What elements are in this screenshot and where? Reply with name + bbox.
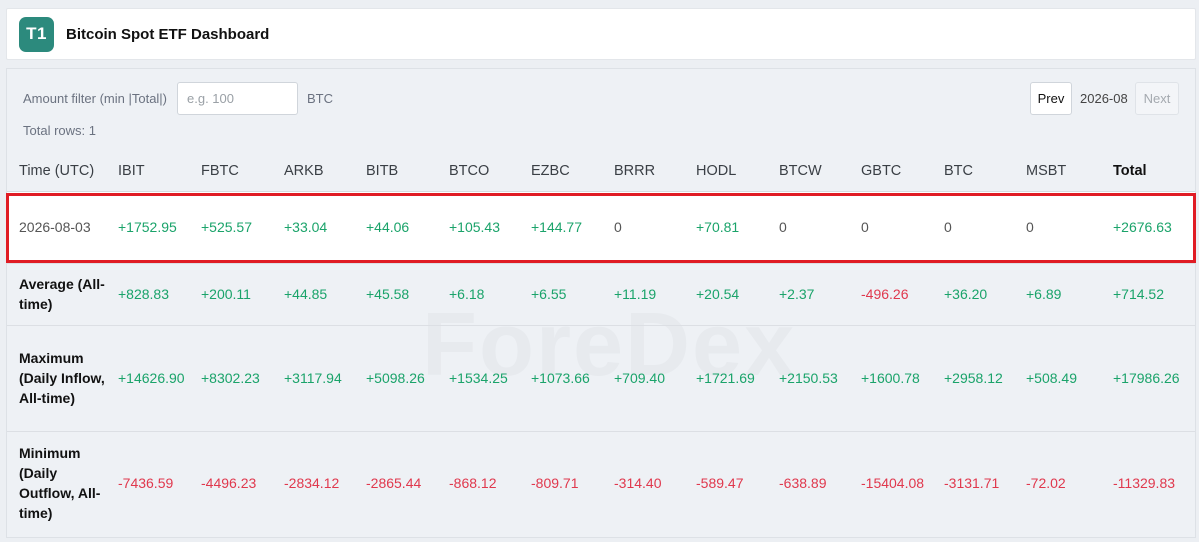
column-header-brrr: BRRR <box>602 151 684 192</box>
total-rows-count: Total rows: 1 <box>23 123 96 138</box>
column-header-bitb: BITB <box>354 151 437 192</box>
column-header-btc: BTC <box>932 151 1014 192</box>
table-cell: +105.43 <box>437 191 519 264</box>
table-cell: +2958.12 <box>932 325 1014 432</box>
table-cell: +3117.94 <box>272 325 354 432</box>
row-label: Minimum (Daily Outflow, All-time) <box>19 445 101 522</box>
table-cell: +714.52 <box>1101 263 1195 326</box>
table-cell: +2.37 <box>767 263 849 326</box>
table-cell: +1600.78 <box>849 325 932 432</box>
row-label: Maximum (Daily Inflow, All-time) <box>7 325 106 432</box>
column-header-fbtc: FBTC <box>189 151 272 192</box>
table-cell: +1073.66 <box>519 325 602 432</box>
table-cell: +828.83 <box>106 263 189 326</box>
row-date: 2026-08-03 <box>7 191 106 264</box>
table-cell: -638.89 <box>779 475 827 492</box>
table-cell: +11.19 <box>602 263 684 326</box>
etf-flow-table: Time (UTC) IBIT FBTC ARKB BITB BTCO EZBC BRRR HO… <box>7 151 1195 535</box>
table-cell: +2150.53 <box>767 325 849 432</box>
column-header-hodl: HODL <box>684 151 767 192</box>
table-cell: +1721.69 <box>684 325 767 432</box>
table-cell: +36.20 <box>932 263 1014 326</box>
table-cell: -314.40 <box>614 475 662 492</box>
table-cell: -589.47 <box>696 475 744 492</box>
table-cell: +6.18 <box>437 263 519 326</box>
table-cell: +525.57 <box>189 191 272 264</box>
table-cell: +508.49 <box>1014 325 1101 432</box>
app-logo: T1 <box>19 16 54 52</box>
table-cell: +6.89 <box>1014 263 1101 326</box>
table-cell: -15404.08 <box>861 475 925 492</box>
next-button[interactable]: Next <box>1135 82 1179 115</box>
amount-filter-input[interactable] <box>177 82 298 115</box>
table-cell: 0 <box>1014 191 1101 264</box>
table-cell: +14626.90 <box>106 325 189 432</box>
column-header-ibit: IBIT <box>106 151 189 192</box>
table-cell: 0 <box>932 191 1014 264</box>
table-header-row: Time (UTC) IBIT FBTC ARKB BITB BTCO EZBC BRRR HO… <box>7 151 1195 192</box>
table-cell: 0 <box>602 191 684 264</box>
page-title: Bitcoin Spot ETF Dashboard <box>66 25 270 43</box>
table-cell: +709.40 <box>602 325 684 432</box>
table-cell: -809.71 <box>531 475 579 492</box>
unit-label: BTC <box>307 91 333 106</box>
table-cell: +1534.25 <box>437 325 519 432</box>
column-header-gbtc: GBTC <box>849 151 932 192</box>
table-cell: -11329.83 <box>1113 475 1176 492</box>
table-cell: -2865.44 <box>366 475 422 492</box>
column-header-btcw: BTCW <box>767 151 849 192</box>
table-cell: +44.06 <box>354 191 437 264</box>
table-cell: +5098.26 <box>354 325 437 432</box>
table-cell: -868.12 <box>449 475 497 492</box>
table-cell: +70.81 <box>684 191 767 264</box>
top-strip <box>0 0 1199 8</box>
table-cell: +6.55 <box>519 263 602 326</box>
table-cell: +20.54 <box>684 263 767 326</box>
column-header-btco: BTCO <box>437 151 519 192</box>
app-header: T1 Bitcoin Spot ETF Dashboard <box>6 8 1196 60</box>
table-cell: -496.26 <box>849 263 932 326</box>
table-cell: -2834.12 <box>284 475 340 492</box>
table-cell: +44.85 <box>272 263 354 326</box>
column-header-time-utc: Time (UTC) <box>7 151 106 192</box>
column-header-ezbc: EZBC <box>519 151 602 192</box>
current-month: 2026-08 <box>1080 91 1128 106</box>
table-cell: -4496.23 <box>201 475 257 492</box>
row-label: Average (All-time) <box>7 263 106 326</box>
table-row-avg: Average (All-time) +828.83 +200.11 +44.85 +4… <box>7 263 1195 326</box>
prev-button[interactable]: Prev <box>1030 82 1072 115</box>
column-header-arkb: ARKB <box>272 151 354 192</box>
dashboard-panel: Amount filter (min |Total|) BTC Total ro… <box>6 68 1196 538</box>
table-cell: -72.02 <box>1026 475 1066 492</box>
table-cell: 0 <box>849 191 932 264</box>
table-cell: 0 <box>767 191 849 264</box>
table-cell: +8302.23 <box>189 325 272 432</box>
table-cell: +1752.95 <box>106 191 189 264</box>
amount-filter-label: Amount filter (min |Total|) <box>23 91 168 106</box>
table-cell: +2676.63 <box>1101 191 1195 264</box>
column-header-msbt: MSBT <box>1014 151 1101 192</box>
table-cell: -7436.59 <box>118 475 174 492</box>
table-row-data: 2026-08-03 +1752.95 +525.57 +33.04 +44.06 +10… <box>7 191 1195 264</box>
table-cell: -3131.71 <box>944 475 1000 492</box>
table-row-max: Maximum (Daily Inflow, All-time) +14626.9… <box>7 325 1195 432</box>
table-cell: +200.11 <box>189 263 272 326</box>
table-cell: +144.77 <box>519 191 602 264</box>
table-cell: +17986.26 <box>1101 325 1195 432</box>
table-cell: +33.04 <box>272 191 354 264</box>
column-header-total: Total <box>1101 151 1195 192</box>
table-row-min: Minimum (Daily Outflow, All-time) -7436.5… <box>7 431 1195 535</box>
table-cell: +45.58 <box>354 263 437 326</box>
